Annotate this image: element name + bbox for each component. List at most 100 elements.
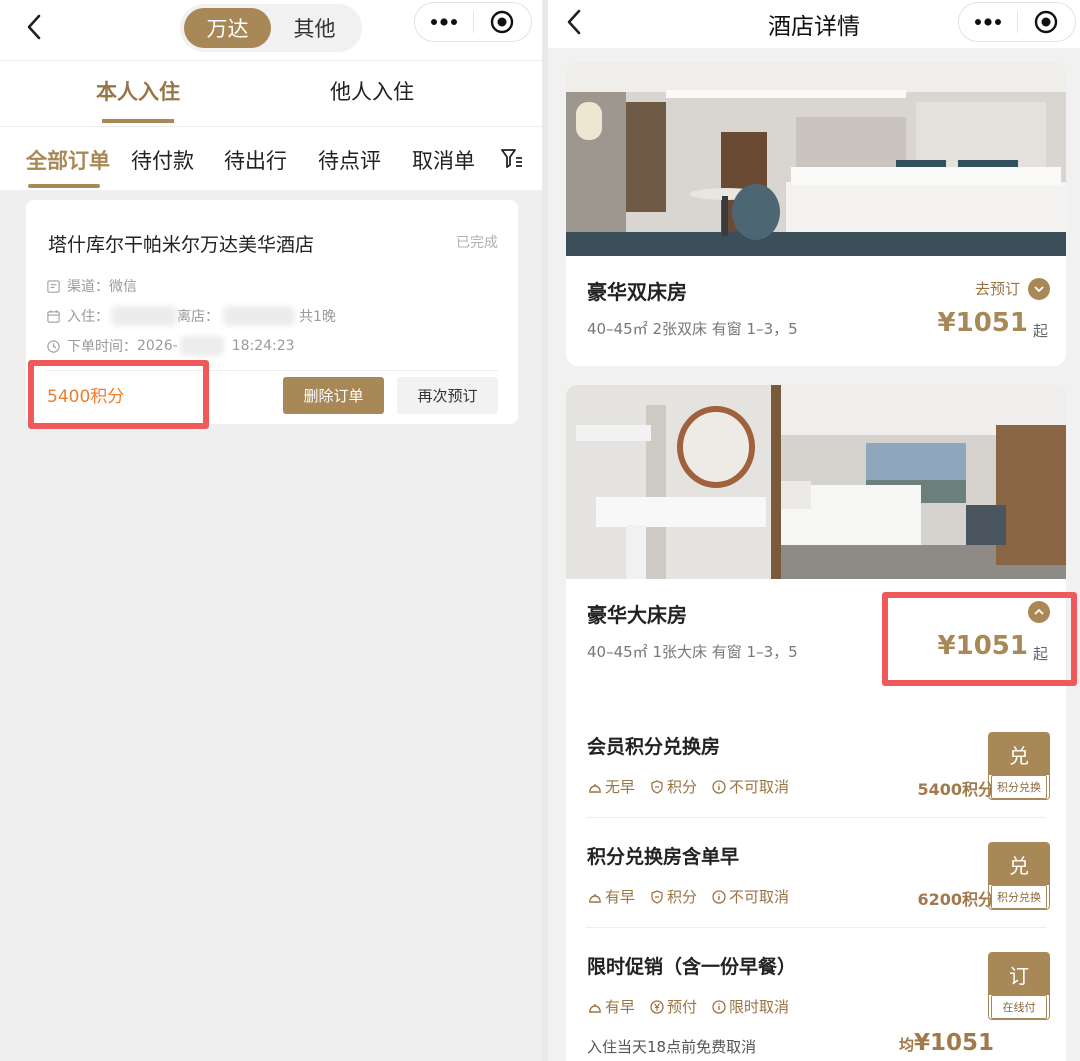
- order-status-tabs: 全部订单 待付款 待出行 待点评 取消单: [0, 127, 542, 189]
- order-date-redacted: [179, 336, 224, 356]
- redeem-button-label: 兑: [989, 843, 1049, 885]
- redeem-button-label: 兑: [989, 733, 1049, 775]
- order-channel: 渠道：微信: [67, 279, 137, 295]
- shield-icon: [651, 889, 663, 904]
- active-status-indicator: [28, 184, 100, 188]
- room-spec: 40–45㎡ 2张双床 有窗 1–3，5: [587, 320, 798, 338]
- breakfast-icon: [589, 1003, 601, 1013]
- rate-tag: 不可取消: [711, 776, 789, 797]
- hotel-room-image: [566, 62, 1066, 256]
- segment-wanda[interactable]: 万达: [184, 8, 271, 48]
- checkin-date-redacted: [111, 306, 177, 326]
- mini-program-capsule: [414, 2, 532, 42]
- segment-other[interactable]: 其他: [271, 8, 358, 48]
- tab-pending-payment[interactable]: 待付款: [131, 145, 194, 175]
- highlight-box-points: [28, 360, 209, 429]
- rate-tag: 无早: [587, 776, 635, 797]
- info-icon: [712, 779, 726, 794]
- rate-tags: 无早 积分 不可取消: [587, 776, 803, 797]
- rate-tag: 预付: [649, 996, 697, 1017]
- target-icon: [491, 10, 514, 34]
- rate-title: 限时促销（含一份早餐）: [587, 956, 797, 978]
- clock-icon: [47, 339, 60, 353]
- more-button[interactable]: [959, 3, 1017, 41]
- close-mini-program-button[interactable]: [474, 3, 532, 41]
- close-mini-program-button[interactable]: [1018, 3, 1076, 41]
- channel-icon: [47, 279, 60, 293]
- rate-tag: 有早: [587, 996, 635, 1017]
- order-time-row: 下单时间： 2026- 18:24:23: [46, 336, 295, 356]
- order-time-date: 2026-: [137, 338, 178, 354]
- back-button[interactable]: [20, 12, 50, 42]
- avg-price: 均¥1051: [899, 1030, 994, 1056]
- order-time-label: 下单时间：: [67, 339, 137, 355]
- rate-tag: 积分: [649, 776, 697, 797]
- calendar-icon: [47, 309, 60, 323]
- tab-cancelled[interactable]: 取消单: [412, 145, 475, 175]
- info-icon: [712, 889, 726, 904]
- order-time-clock: 18:24:23: [231, 338, 295, 354]
- order-channel-row: 渠道：微信: [46, 276, 137, 296]
- delete-order-button[interactable]: 删除订单: [283, 377, 384, 414]
- order-status-label: 已完成: [456, 235, 498, 251]
- book-button-sub: 在线付: [991, 995, 1047, 1019]
- checkin-label: 入住：: [67, 309, 109, 325]
- book-button[interactable]: 订 在线付: [988, 952, 1050, 1020]
- rebook-button[interactable]: 再次预订: [397, 377, 498, 414]
- rate-tag: 不可取消: [711, 886, 789, 907]
- avg-price-value: ¥1051: [913, 1030, 994, 1056]
- active-tab-indicator: [102, 119, 174, 123]
- order-dates-row: 入住： 离店： 共1晚: [46, 306, 336, 326]
- checkout-label: 离店：: [177, 309, 219, 325]
- breakfast-icon: [589, 893, 601, 903]
- rate-plan-list: 会员积分兑换房 无早 积分 不可取消 5400积分 兑 积分兑换 积分兑换房含单…: [566, 688, 1066, 1061]
- room-photo-twin: [566, 62, 1066, 256]
- redeem-button-sub: 积分兑换: [991, 775, 1047, 799]
- rate-plan-item[interactable]: 积分兑换房含单早 有早 积分 不可取消 6200积分 兑 积分兑换: [566, 798, 1066, 928]
- room-price: ¥1051: [937, 308, 1028, 338]
- nights-count: 共1晚: [299, 309, 336, 325]
- rate-title: 积分兑换房含单早: [587, 846, 740, 868]
- redeem-button[interactable]: 兑 积分兑换: [988, 842, 1050, 910]
- rate-tag: 积分: [649, 886, 697, 907]
- go-book-link[interactable]: 去预订: [975, 278, 1020, 299]
- filter-icon[interactable]: [500, 146, 524, 170]
- room-spec: 40–45㎡ 1张大床 有窗 1–3，5: [587, 643, 798, 661]
- rate-price: 6200积分: [917, 890, 994, 909]
- nav-bar: 酒店详情: [548, 0, 1080, 48]
- stay-type-tabs: 本人入住 他人入住: [0, 62, 542, 126]
- rate-tag: 限时取消: [711, 996, 789, 1017]
- checkout-date-redacted: [223, 306, 295, 326]
- more-dots-icon: [430, 18, 457, 26]
- room-photo-king: [566, 385, 1066, 579]
- expand-button[interactable]: [1028, 278, 1050, 300]
- chevron-left-icon: [27, 14, 41, 40]
- room-name: 豪华双床房: [587, 280, 687, 304]
- room-card-twin[interactable]: 豪华双床房 去预订 40–45㎡ 2张双床 有窗 1–3，5 ¥1051 起: [566, 62, 1066, 366]
- info-icon: [712, 999, 726, 1014]
- redeem-button[interactable]: 兑 积分兑换: [988, 732, 1050, 800]
- chevron-down-icon: [1034, 286, 1044, 293]
- highlight-box-price: [882, 592, 1077, 686]
- divider: [0, 60, 542, 61]
- rate-plan-item[interactable]: 会员积分兑换房 无早 积分 不可取消 5400积分 兑 积分兑换: [566, 688, 1066, 818]
- rate-tags: 有早 积分 不可取消: [587, 886, 803, 907]
- rate-tags: 有早 预付 限时取消: [587, 996, 803, 1017]
- redeem-button-sub: 积分兑换: [991, 885, 1047, 909]
- mini-program-capsule: [958, 2, 1076, 42]
- book-button-label: 订: [989, 953, 1049, 995]
- hotel-detail-screen: 酒店详情 豪华双床房 去预订 40–45㎡ 2张双床 有窗 1–3，5 ¥105…: [548, 0, 1080, 1061]
- more-button[interactable]: [415, 3, 473, 41]
- rate-price: 5400积分: [917, 780, 994, 799]
- avg-prefix: 均: [898, 1036, 914, 1054]
- tab-self-stay[interactable]: 本人入住: [96, 76, 180, 106]
- shield-icon: [651, 779, 663, 794]
- room-name: 豪华大床房: [587, 603, 687, 627]
- tab-other-stay[interactable]: 他人入住: [330, 76, 414, 106]
- tab-all-orders[interactable]: 全部订单: [26, 145, 110, 175]
- yen-icon: [650, 999, 664, 1014]
- cancel-policy-note: 入住当天18点前免费取消: [587, 1038, 757, 1056]
- tab-pending-travel[interactable]: 待出行: [224, 145, 287, 175]
- more-dots-icon: [974, 18, 1001, 26]
- tab-pending-review[interactable]: 待点评: [318, 145, 381, 175]
